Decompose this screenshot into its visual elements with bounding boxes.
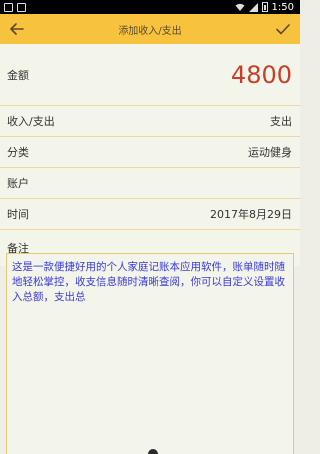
time-value: 2017年8月29日 [210,208,292,221]
entry-form: 金额 4800 收入/支出 支出 分类 运动健身 账户 时间 2017年8月29… [0,44,300,266]
scroll-indicator [148,449,158,454]
status-bar: 1:50 [0,0,300,14]
time-label: 时间 [7,208,29,221]
notes-textarea[interactable]: 这是一款便捷好用的个人家庭记账本应用软件，账单随时随地轻松掌控，收支信息随时清晰… [6,253,294,454]
amount-label: 金额 [7,68,29,82]
page-title: 添加收入/支出 [118,25,182,37]
toolbar: 添加收入/支出 [0,14,300,44]
type-value: 支出 [270,115,292,128]
status-left [4,2,26,12]
status-time: 1:50 [271,1,294,13]
category-label: 分类 [7,146,29,159]
amount-value: 4800 [230,60,292,89]
type-label: 收入/支出 [7,115,55,128]
account-label: 账户 [7,177,29,190]
arrow-left-icon [10,23,24,35]
confirm-button[interactable] [272,18,294,40]
signal-icon [248,2,258,12]
category-row[interactable]: 分类 运动健身 [0,137,300,168]
notification-icon-2 [17,2,26,12]
amount-row[interactable]: 金额 4800 [0,44,300,106]
category-value: 运动健身 [248,146,292,159]
notification-icon [4,2,13,12]
account-row[interactable]: 账户 [0,168,300,199]
back-button[interactable] [6,18,28,40]
battery-icon [261,2,268,12]
time-row[interactable]: 时间 2017年8月29日 [0,199,300,230]
check-icon [276,23,290,34]
type-row[interactable]: 收入/支出 支出 [0,106,300,137]
wifi-icon [235,3,245,11]
status-right: 1:50 [235,2,294,13]
